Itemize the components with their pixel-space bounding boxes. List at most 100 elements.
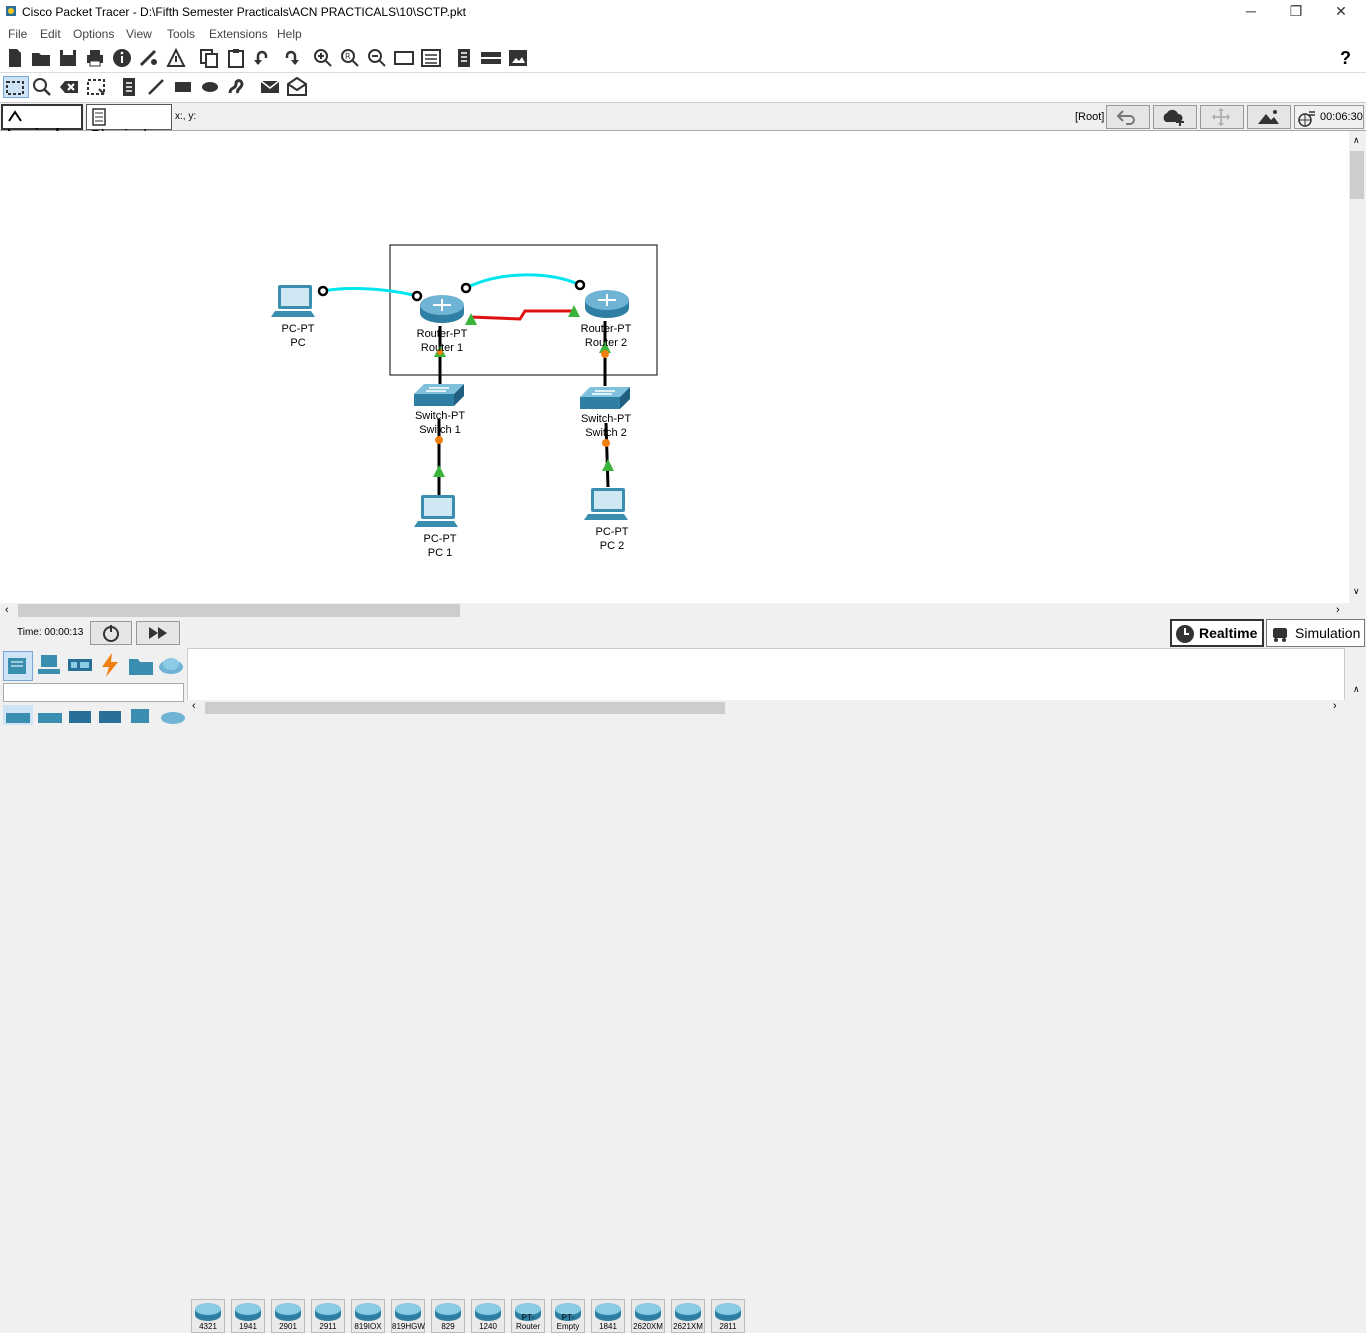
redo-icon[interactable] [279,47,301,69]
pc-2-device-icon[interactable] [584,488,628,520]
power-cycle-devices-button[interactable] [90,621,132,645]
help-icon[interactable]: ? [1340,48,1351,69]
switch-1-device-icon[interactable] [414,384,464,406]
device-bar-scrollbar[interactable]: ∧ [1349,648,1366,728]
save-icon[interactable] [57,47,79,69]
serial-cable-router1-router2[interactable] [469,309,574,321]
zoom-in-icon[interactable] [312,47,334,69]
resize-shape-icon[interactable] [85,76,107,98]
zoom-reset-icon[interactable]: R [339,47,361,69]
pc-device-icon[interactable] [271,285,315,317]
menu-tools[interactable]: Tools [167,27,195,41]
router-model-pt-empty[interactable]: PT-Empty [551,1299,585,1333]
open-folder-icon[interactable] [30,47,52,69]
move-object-button[interactable] [1200,105,1244,129]
router-1-device-icon[interactable] [420,295,464,323]
multiuser-category-icon[interactable] [157,651,187,681]
router-model-2901[interactable]: 2901 [271,1299,305,1333]
draw-rectangle-icon[interactable] [172,76,194,98]
router-model-2620xm[interactable]: 2620XM [631,1299,665,1333]
realtime-mode-tab[interactable]: Realtime [1170,619,1264,647]
device-template-icon[interactable] [480,47,502,69]
pdu-list-icon[interactable] [453,47,475,69]
title-bar: Cisco Packet Tracer - D:\Fifth Semester … [0,0,1366,24]
restore-button[interactable]: ❐ [1273,0,1319,24]
end-devices-category-icon[interactable] [35,651,65,681]
horizontal-scroll-thumb[interactable] [18,604,460,617]
vertical-scroll-thumb[interactable] [1350,151,1364,199]
minimize-button[interactable]: ─ [1228,0,1274,24]
drawing-palette-icon[interactable] [393,47,415,69]
router-model-pt-router[interactable]: PT-Router [511,1299,545,1333]
undo-icon[interactable] [252,47,274,69]
model-scroll-right-icon[interactable]: › [1333,700,1337,712]
screenshot-icon[interactable] [507,47,529,69]
tab-physical[interactable]: Physical [86,104,172,144]
print-icon[interactable] [84,47,106,69]
menu-extensions[interactable]: Extensions [209,27,268,41]
activity-wizard-icon[interactable] [165,47,187,69]
new-cluster-button[interactable] [1153,105,1197,129]
menu-options[interactable]: Options [73,27,114,41]
add-simple-pdu-icon[interactable] [259,76,281,98]
select-tool-icon[interactable] [3,76,29,98]
router-model-2911[interactable]: 2911 [311,1299,345,1333]
connections-category-icon[interactable] [96,651,126,681]
router-model-819iox[interactable]: 819IOX [351,1299,385,1333]
logical-workspace[interactable]: PC-PT PC Router-PT Router 1 Router-PT Ro… [0,131,1349,603]
horizontal-scrollbar[interactable]: ‹ › [0,603,1349,618]
scroll-right-icon[interactable]: › [1336,604,1340,616]
model-scroll-thumb[interactable] [205,702,725,714]
scroll-down-icon[interactable]: ∨ [1353,586,1360,597]
delete-tool-icon[interactable] [58,76,80,98]
model-label: 2901 [279,1322,297,1331]
router-model-2621xm[interactable]: 2621XM [671,1299,705,1333]
cable-router1-router2[interactable] [465,273,581,290]
router-model-1240[interactable]: 1240 [471,1299,505,1333]
menu-edit[interactable]: Edit [40,27,61,41]
tab-logical[interactable]: Logical [1,104,83,143]
router-model-2811[interactable]: 2811 [711,1299,745,1333]
device-type: PC-PT [595,526,629,538]
pc-1-device-icon[interactable] [414,495,458,527]
menu-view[interactable]: View [126,27,152,41]
set-background-button[interactable] [1247,105,1291,129]
copy-icon[interactable] [198,47,220,69]
zoom-out-icon[interactable] [366,47,388,69]
draw-line-icon[interactable] [145,76,167,98]
router-model-829[interactable]: 829 [431,1299,465,1333]
router-model-819hgw[interactable]: 819HGW [391,1299,425,1333]
device-bar-scroll-icon[interactable]: ∧ [1353,684,1360,695]
back-button[interactable] [1106,105,1150,129]
vertical-scrollbar[interactable]: ∧ ∨ [1349,131,1366,603]
scroll-left-icon[interactable]: ‹ [5,604,9,616]
router-model-4321[interactable]: 4321 [191,1299,225,1333]
freeform-icon[interactable] [226,76,248,98]
paste-icon[interactable] [225,47,247,69]
components-category-icon[interactable] [66,651,96,681]
add-complex-pdu-icon[interactable] [286,76,308,98]
inspect-tool-icon[interactable] [31,76,53,98]
model-list-scrollbar[interactable]: ‹ › [187,700,1345,716]
info-icon[interactable] [111,47,133,69]
menu-file[interactable]: File [8,27,27,41]
cable-pc-router1[interactable] [322,287,418,298]
new-file-icon[interactable] [4,47,26,69]
draw-ellipse-icon[interactable] [199,76,221,98]
fast-forward-time-button[interactable] [136,621,180,645]
scroll-up-icon[interactable]: ∧ [1353,135,1360,146]
viewport-clock[interactable]: 00:06:30 [1294,105,1364,129]
switch-2-device-icon[interactable] [580,387,630,409]
miscellaneous-category-icon[interactable] [127,651,157,681]
network-devices-category-icon[interactable] [3,651,33,681]
model-scroll-left-icon[interactable]: ‹ [192,700,196,712]
router-model-1941[interactable]: 1941 [231,1299,265,1333]
router-model-1841[interactable]: 1841 [591,1299,625,1333]
network-wizard-icon[interactable] [138,47,160,69]
simulation-mode-tab[interactable]: Simulation [1266,619,1365,647]
custom-device-dialog-icon[interactable] [420,47,442,69]
place-note-icon[interactable] [118,76,140,98]
close-button[interactable]: ✕ [1318,0,1364,24]
router-2-device-icon[interactable] [585,290,629,318]
menu-help[interactable]: Help [277,27,302,41]
